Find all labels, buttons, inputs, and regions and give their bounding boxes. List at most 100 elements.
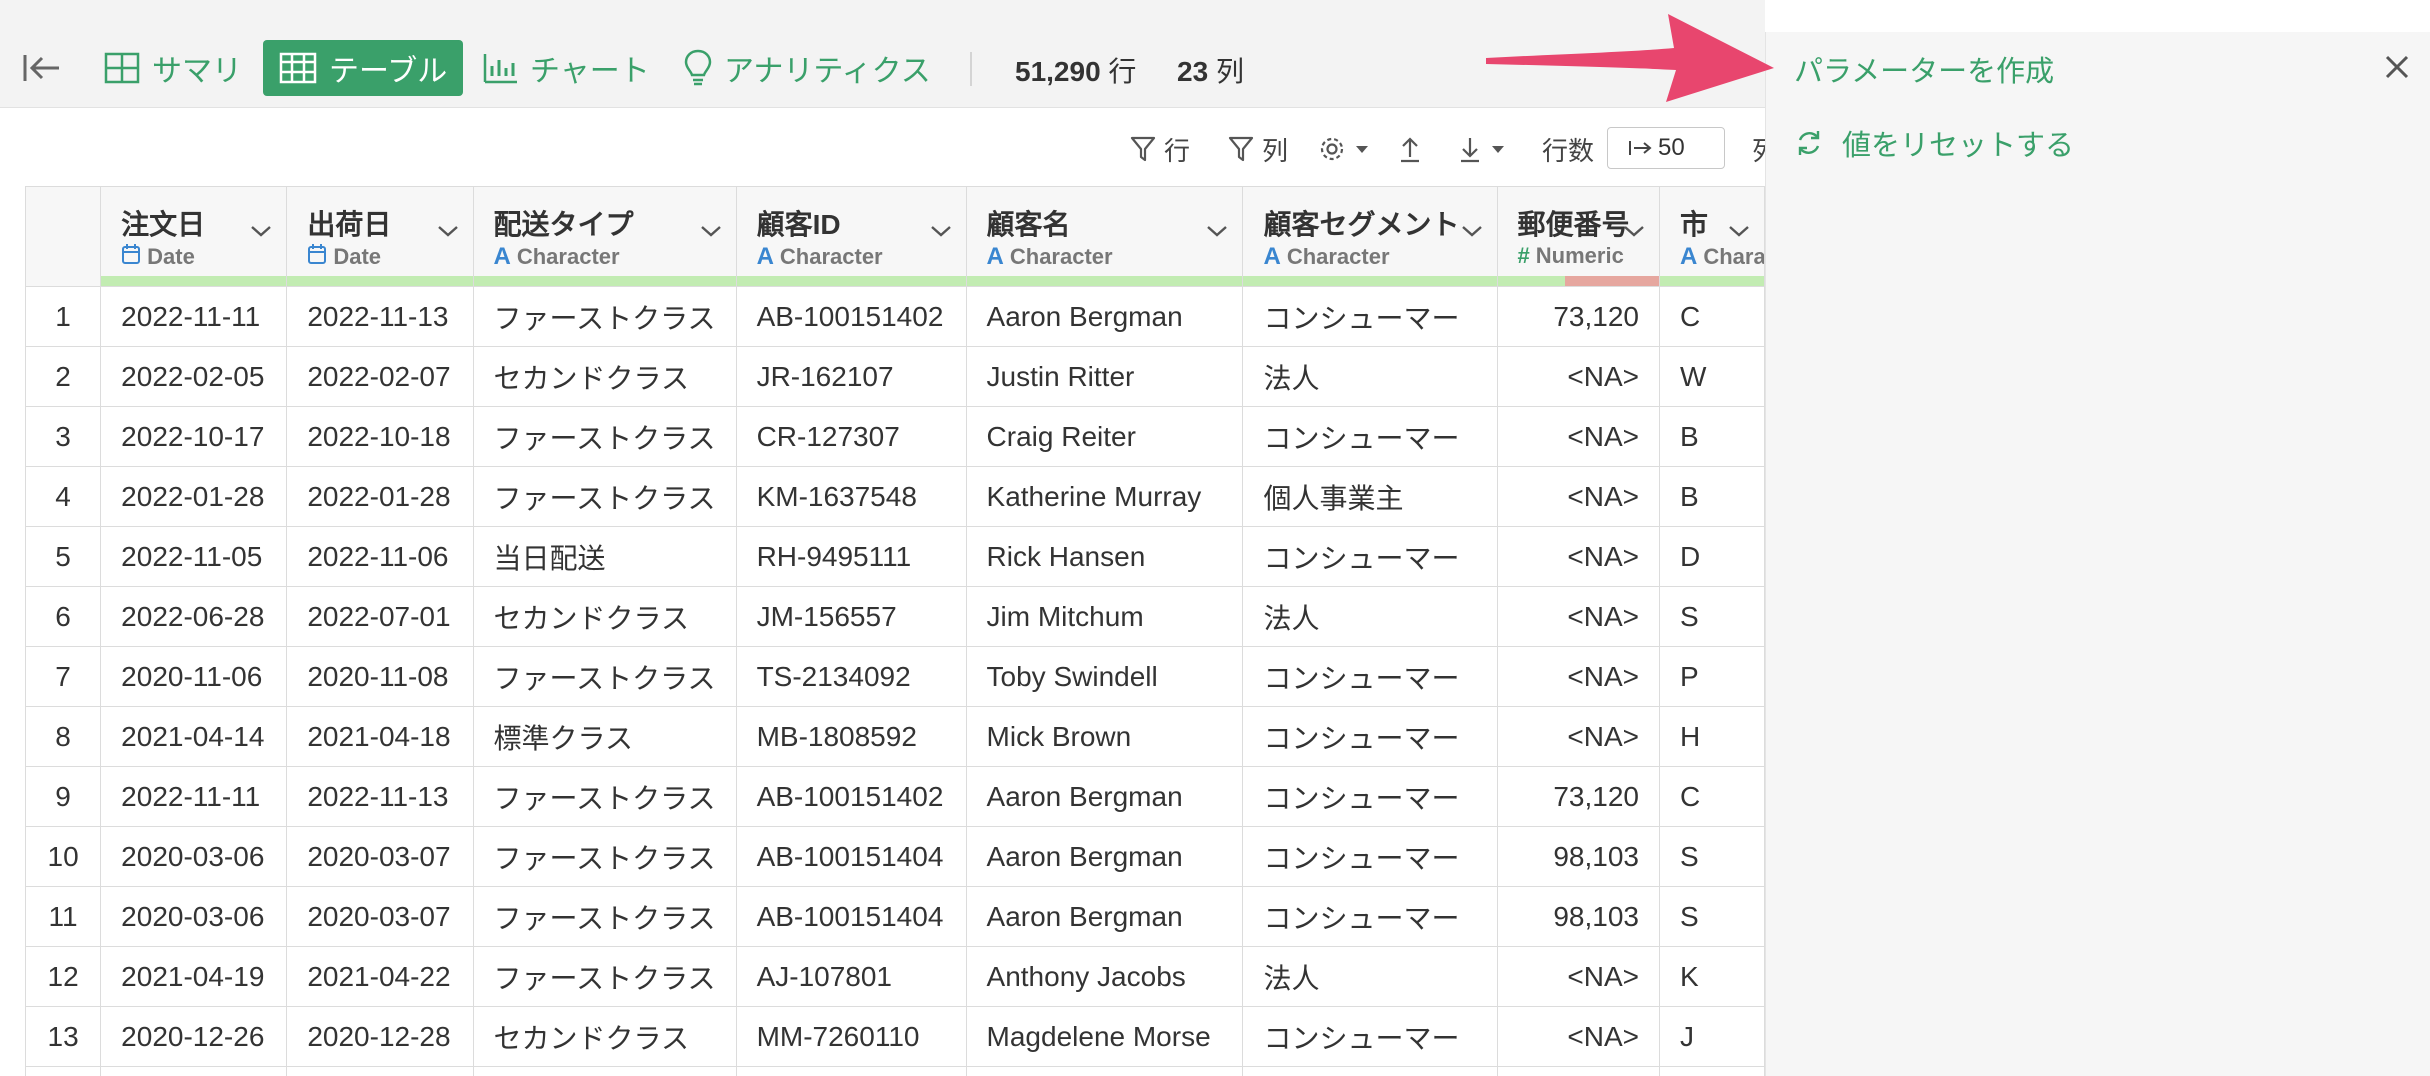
table-cell[interactable]: RH-9495111 (735, 526, 967, 587)
table-cell[interactable]: 2022-01-28 (100, 466, 288, 527)
table-cell[interactable]: AB-100151402 (735, 286, 967, 347)
table-cell[interactable] (965, 1066, 1244, 1076)
table-cell[interactable]: ファーストクラス (472, 826, 737, 887)
column-menu-icon[interactable] (437, 213, 459, 245)
table-cell[interactable]: 73,120 (1496, 766, 1661, 827)
table-cell[interactable] (1242, 1066, 1498, 1076)
table-cell[interactable]: P (1659, 646, 1765, 707)
table-cell[interactable]: コンシューマー (1242, 1006, 1498, 1067)
table-cell[interactable]: 2020-03-06 (100, 886, 288, 947)
column-header[interactable]: 市ACharacter (1659, 186, 1765, 287)
table-cell[interactable]: AB-100151402 (735, 766, 967, 827)
column-menu-icon[interactable] (930, 213, 952, 245)
table-cell[interactable]: 2021-04-22 (286, 946, 474, 1007)
table-cell[interactable]: ファーストクラス (472, 406, 737, 467)
table-cell[interactable]: コンシューマー (1242, 646, 1498, 707)
table-cell[interactable]: <NA> (1496, 466, 1661, 527)
rows-count-input[interactable]: 50 (1607, 127, 1725, 169)
table-cell[interactable]: J (1659, 1006, 1765, 1067)
table-cell[interactable]: MM-7260110 (735, 1006, 967, 1067)
table-cell[interactable]: 標準クラス (472, 706, 737, 767)
column-header[interactable]: 注文日 Date (100, 186, 288, 287)
table-cell[interactable]: W (1659, 346, 1765, 407)
table-cell[interactable]: 2022-02-05 (100, 346, 288, 407)
table-cell[interactable]: 2022-11-11 (100, 766, 288, 827)
table-cell[interactable]: 98,103 (1496, 826, 1661, 887)
table-cell[interactable]: ファーストクラス (472, 646, 737, 707)
table-cell[interactable]: Aaron Bergman (965, 766, 1244, 827)
table-cell[interactable]: S (1659, 826, 1765, 887)
table-cell[interactable]: TS-2134092 (735, 646, 967, 707)
table-cell[interactable]: 2020-03-07 (286, 826, 474, 887)
table-cell[interactable]: Aaron Bergman (965, 826, 1244, 887)
table-cell[interactable]: セカンドクラス (472, 586, 737, 647)
column-header[interactable]: 郵便番号 # Numeric (1496, 186, 1661, 287)
column-menu-icon[interactable] (250, 213, 272, 245)
table-cell[interactable]: 2022-02-07 (286, 346, 474, 407)
table-cell[interactable]: 2022-10-18 (286, 406, 474, 467)
table-cell[interactable]: B (1659, 406, 1765, 467)
table-cell[interactable]: 2022-10-17 (100, 406, 288, 467)
table-cell[interactable]: 2020-03-06 (100, 826, 288, 887)
column-menu-icon[interactable] (1461, 213, 1483, 245)
column-menu-icon[interactable] (700, 213, 722, 245)
table-cell[interactable]: CR-127307 (735, 406, 967, 467)
tab-summary[interactable]: サマリ (88, 40, 258, 96)
table-cell[interactable]: 2022-11-11 (100, 286, 288, 347)
table-cell[interactable]: AB-100151404 (735, 826, 967, 887)
table-settings-button[interactable] (1318, 128, 1370, 170)
table-cell[interactable]: <NA> (1496, 646, 1661, 707)
column-header[interactable]: 顧客ID A Character (735, 186, 967, 287)
table-cell[interactable]: 2020-12-28 (286, 1006, 474, 1067)
table-cell[interactable]: 2020-03-07 (286, 886, 474, 947)
table-cell[interactable]: B (1659, 466, 1765, 527)
table-cell[interactable] (472, 1066, 737, 1076)
table-cell[interactable]: Aaron Bergman (965, 886, 1244, 947)
create-parameter-link[interactable]: パラメーターを作成 (1794, 48, 2054, 90)
table-cell[interactable]: セカンドクラス (472, 1006, 737, 1067)
table-cell[interactable]: ファーストクラス (472, 946, 737, 1007)
table-cell[interactable]: 2021-04-19 (100, 946, 288, 1007)
table-cell[interactable] (286, 1066, 474, 1076)
table-cell[interactable] (1496, 1066, 1661, 1076)
table-cell[interactable]: 2022-11-13 (286, 286, 474, 347)
table-cell[interactable]: D (1659, 526, 1765, 587)
table-cell[interactable]: セカンドクラス (472, 346, 737, 407)
table-cell[interactable]: KM-1637548 (735, 466, 967, 527)
table-cell[interactable]: S (1659, 586, 1765, 647)
filter-columns-button[interactable]: 列 (1228, 128, 1288, 170)
column-menu-icon[interactable] (1623, 213, 1645, 245)
table-cell[interactable]: <NA> (1496, 406, 1661, 467)
table-cell[interactable]: コンシューマー (1242, 706, 1498, 767)
scroll-top-button[interactable] (1398, 128, 1422, 170)
table-cell[interactable]: <NA> (1496, 1006, 1661, 1067)
table-cell[interactable]: 2021-04-14 (100, 706, 288, 767)
reset-values-button[interactable]: 値をリセットする (1794, 122, 2074, 164)
table-cell[interactable]: ファーストクラス (472, 766, 737, 827)
table-cell[interactable]: 98,103 (1496, 886, 1661, 947)
table-cell[interactable]: Toby Swindell (965, 646, 1244, 707)
table-cell[interactable] (100, 1066, 288, 1076)
table-cell[interactable]: C (1659, 766, 1765, 827)
table-cell[interactable]: K (1659, 946, 1765, 1007)
table-cell[interactable]: 2022-07-01 (286, 586, 474, 647)
table-cell[interactable]: 当日配送 (472, 526, 737, 587)
table-cell[interactable]: 個人事業主 (1242, 466, 1498, 527)
table-cell[interactable]: MB-1808592 (735, 706, 967, 767)
table-cell[interactable]: 2020-11-06 (100, 646, 288, 707)
table-cell[interactable]: 2022-11-06 (286, 526, 474, 587)
table-cell[interactable]: 2022-06-28 (100, 586, 288, 647)
table-cell[interactable]: Justin Ritter (965, 346, 1244, 407)
table-cell[interactable]: 法人 (1242, 586, 1498, 647)
table-cell[interactable]: 2021-04-18 (286, 706, 474, 767)
table-cell[interactable]: C (1659, 286, 1765, 347)
filter-rows-button[interactable]: 行 (1130, 128, 1190, 170)
table-cell[interactable]: <NA> (1496, 706, 1661, 767)
table-cell[interactable]: 法人 (1242, 946, 1498, 1007)
table-cell[interactable]: 2020-12-26 (100, 1006, 288, 1067)
table-cell[interactable]: Jim Mitchum (965, 586, 1244, 647)
table-cell[interactable]: 73,120 (1496, 286, 1661, 347)
table-cell[interactable]: 法人 (1242, 346, 1498, 407)
tab-chart[interactable]: チャート (466, 40, 666, 96)
column-menu-icon[interactable] (1206, 213, 1228, 245)
